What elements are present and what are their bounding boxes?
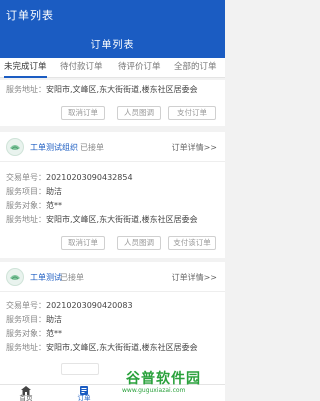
service-target-row: 服务对象：范**: [6, 328, 62, 339]
cancel-order-button[interactable]: 取消订单: [61, 236, 105, 250]
address-row: 服务地址：安阳市,文峰区,东大街街道,楼东社区居委会: [6, 84, 198, 95]
address-row: 服务地址：安阳市,文峰区,东大街街道,楼东社区居委会: [6, 342, 198, 353]
org-avatar-icon: [6, 268, 24, 286]
watermark-main: 谷普软件园: [126, 371, 201, 387]
address-value: 安阳市,文峰区,东大街街道,楼东社区居委会: [46, 85, 198, 94]
org-name: 工单测试组织: [30, 143, 78, 152]
tab-unfinished-orders[interactable]: 未完成订单: [4, 58, 47, 78]
address-value: 安阳市,文峰区,东大街街道,楼东社区居委会: [46, 343, 198, 352]
address-label: 服务地址：: [6, 215, 46, 224]
page-title: 订单列表: [90, 40, 135, 51]
order-card: 工单测试 已接单 订单详情>> 交易单号：20210203090420083 服…: [0, 262, 225, 384]
nav-orders[interactable]: 订单: [69, 385, 99, 401]
order-detail-link[interactable]: 订单详情>>: [172, 272, 217, 283]
order-number-label: 交易单号：: [6, 173, 46, 182]
partial-button[interactable]: [61, 363, 99, 375]
tab-all-orders[interactable]: 全部的订单: [174, 58, 217, 78]
order-number-value: 20210203090420083: [46, 301, 133, 310]
service-target-label: 服务对象：: [6, 329, 46, 338]
org-avatar-icon: [6, 138, 24, 156]
order-card-header: 工单测试 已接单 订单详情>>: [0, 262, 225, 292]
order-card: 工单测试组织 已接单 订单详情>> 交易单号：20210203090432854…: [0, 132, 225, 258]
service-target-row: 服务对象：范**: [6, 200, 62, 211]
service-type-row: 服务项目：助洁: [6, 186, 62, 197]
address-label: 服务地址：: [6, 85, 46, 94]
address-row: 服务地址：安阳市,文峰区,东大街街道,楼东社区居委会: [6, 214, 198, 225]
cancel-order-button[interactable]: 取消订单: [61, 106, 105, 120]
pay-order-button[interactable]: 支付订单: [168, 106, 216, 120]
service-type-label: 服务项目：: [6, 187, 46, 196]
site-watermark: 谷普软件园 www.guguxiazai.com: [118, 368, 225, 401]
service-target-label: 服务对象：: [6, 201, 46, 210]
app-bar: 订单列表: [0, 0, 225, 28]
order-card: 服务地址：安阳市,文峰区,东大街街道,楼东社区居委会 取消订单 人员图调 支付订…: [0, 80, 225, 126]
order-number-row: 交易单号：20210203090432854: [6, 172, 133, 183]
tab-pending-payment[interactable]: 待付款订单: [60, 58, 103, 78]
nav-orders-label: 订单: [77, 394, 91, 401]
nav-home[interactable]: 首页: [11, 385, 41, 401]
watermark-sub: www.guguxiazai.com: [122, 387, 186, 394]
header: 订单列表: [0, 28, 225, 58]
tab-pending-review[interactable]: 待评价订单: [118, 58, 161, 78]
order-tabs: 未完成订单 待付款订单 待评价订单 全部的订单: [0, 58, 225, 78]
service-type-row: 服务项目：助洁: [6, 314, 62, 325]
service-type-label: 服务项目：: [6, 315, 46, 324]
staff-button[interactable]: 人员图调: [117, 236, 161, 250]
service-type-value: 助洁: [46, 187, 62, 196]
service-target-value: 范**: [46, 329, 62, 338]
order-status: 已接单: [60, 273, 84, 282]
org-name: 工单测试: [30, 273, 62, 282]
address-label: 服务地址：: [6, 343, 46, 352]
address-value: 安阳市,文峰区,东大街街道,楼东社区居委会: [46, 215, 198, 224]
service-type-value: 助洁: [46, 315, 62, 324]
pay-order-button[interactable]: 支付该订单: [168, 236, 216, 250]
order-number-row: 交易单号：20210203090420083: [6, 300, 133, 311]
order-status: 已接单: [80, 143, 104, 152]
order-number-label: 交易单号：: [6, 301, 46, 310]
service-target-value: 范**: [46, 201, 62, 210]
order-card-header: 工单测试组织 已接单 订单详情>>: [0, 132, 225, 162]
staff-button[interactable]: 人员图调: [117, 106, 161, 120]
order-detail-link[interactable]: 订单详情>>: [172, 142, 217, 153]
app-title: 订单列表: [6, 9, 54, 22]
order-number-value: 20210203090432854: [46, 173, 133, 182]
nav-home-label: 首页: [19, 394, 33, 401]
